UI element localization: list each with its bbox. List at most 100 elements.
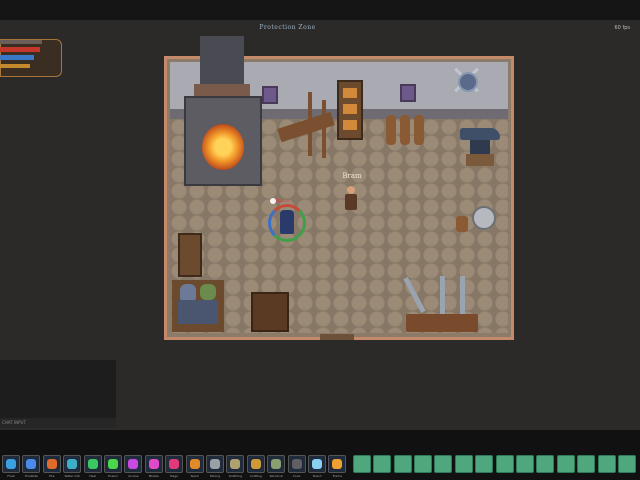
bellows-post	[308, 92, 312, 156]
hotbar-slot-slash-icon[interactable]	[185, 455, 204, 473]
npc-head	[347, 186, 355, 194]
zone-label: Protection Zone	[259, 24, 316, 31]
hotbar-slot-arcane-icon[interactable]	[124, 455, 143, 473]
storage-shelf[interactable]	[337, 80, 363, 140]
hotbar-slot-fireball-icon[interactable]	[42, 455, 61, 473]
bellows[interactable]	[277, 92, 338, 158]
stool	[456, 216, 468, 232]
hotbar-slot-craft-icon[interactable]	[246, 455, 265, 473]
hotbar-slot-empty[interactable]	[393, 455, 412, 473]
hotbar-slot-empty[interactable]	[577, 455, 596, 473]
hotbar-slot-magic-missile-icon[interactable]	[144, 455, 163, 473]
orc-head-icon	[200, 284, 216, 300]
top-bar	[0, 0, 640, 20]
npc-nameplate: Bram	[342, 172, 362, 180]
shelf-item	[343, 88, 357, 98]
log	[386, 115, 396, 145]
chat-input[interactable]: CHAT INPUT	[0, 418, 116, 428]
level-bar	[0, 40, 42, 44]
hotbar-slot-label: Flame	[332, 474, 342, 478]
crossed-swords-shield-icon	[452, 66, 480, 94]
hotbar-slot-pickaxe-icon[interactable]	[206, 455, 224, 473]
spear-icon	[403, 277, 426, 313]
anvil-stand	[466, 154, 494, 166]
hotbar-slot-cook-pot-icon[interactable]	[287, 455, 306, 473]
hotbar-slot-label: Frost	[7, 474, 15, 478]
hotbar-slot-empty[interactable]	[516, 455, 534, 473]
forge[interactable]	[178, 36, 268, 186]
armor-torso	[178, 300, 218, 324]
rage-icon	[169, 459, 180, 469]
sword-icon	[440, 276, 445, 314]
hotbar-slot-empty[interactable]	[414, 455, 432, 473]
grindstone[interactable]	[456, 204, 506, 234]
hotbar-slot-ice-bolt-icon[interactable]	[2, 455, 20, 473]
axe-icon	[271, 459, 282, 469]
hotbar-slot-empty[interactable]	[434, 455, 453, 473]
hotbar-slot-empty[interactable]	[475, 455, 494, 473]
hotbar-slot-label: Slash	[190, 474, 199, 478]
hotbar-slot-flame-icon[interactable]	[328, 455, 347, 473]
player-status-hud	[0, 39, 64, 77]
log-rack[interactable]	[386, 113, 434, 147]
hotbar-slot-empty[interactable]	[373, 455, 392, 473]
helmet-icon	[180, 284, 196, 300]
health-bar	[0, 47, 40, 52]
hotbar-slot-rage-icon[interactable]	[165, 455, 184, 473]
anvil[interactable]	[456, 128, 502, 168]
hotbar-slot-label: Arcane	[128, 474, 139, 478]
slash-icon	[189, 459, 200, 469]
heal-icon	[87, 459, 98, 469]
shelf-item	[343, 104, 357, 114]
hotbar-slot-label: Frostbite	[24, 474, 38, 478]
hotbar-slot-poison-icon[interactable]	[104, 455, 122, 473]
forge-chimney	[194, 36, 250, 98]
npc-blacksmith[interactable]	[342, 186, 360, 212]
flame-icon	[332, 459, 343, 469]
armor-stand[interactable]	[172, 280, 224, 332]
wooden-chair[interactable]	[178, 233, 202, 277]
hotbar-slot-label: Crafting	[249, 474, 262, 478]
anvil-top	[460, 128, 500, 140]
doorway[interactable]	[320, 334, 354, 340]
hotbar: Frost Frostbite Fire Water Orb Heal Poison Arc…	[0, 455, 640, 480]
player-character[interactable]	[268, 204, 310, 246]
hotbar-slot-label: Shard	[312, 474, 322, 478]
hotbar-slot-label: Heal	[89, 474, 96, 478]
hammer-icon	[230, 459, 241, 469]
player-sprite	[280, 210, 294, 234]
hotbar-slot-label: Fire	[49, 474, 55, 478]
hotbar-slot-label: Woodcut	[269, 474, 283, 478]
hotbar-slot-label: Missile	[148, 474, 159, 478]
hotbar-slot-axe-icon[interactable]	[267, 455, 286, 473]
hotbar-slot-empty[interactable]	[495, 455, 514, 473]
weapon-rack[interactable]	[403, 270, 478, 332]
hotbar-slot-empty[interactable]	[536, 455, 555, 473]
hotbar-slot-frost-nova-icon[interactable]	[22, 455, 41, 473]
fps-counter: 60 fps	[614, 25, 631, 31]
npc-body	[345, 194, 357, 210]
hotbar-slot-heal-icon[interactable]	[83, 455, 102, 473]
hotbar-slot-empty[interactable]	[618, 455, 636, 473]
log	[414, 115, 424, 145]
forge-fire	[202, 124, 244, 170]
hotbar-slot-empty[interactable]	[454, 455, 473, 473]
hotbar-slot-empty[interactable]	[597, 455, 616, 473]
arcane-icon	[128, 459, 139, 469]
hotbar-slot-label: Cook	[292, 474, 301, 478]
hotbar-slot-label: Rage	[170, 474, 178, 478]
sword-icon	[460, 276, 465, 314]
ice-shard-icon	[312, 459, 322, 469]
hotbar-slot-water-orb-icon[interactable]	[63, 455, 82, 473]
hotbar-slot-label: Water Orb	[64, 474, 80, 478]
hotbar-slot-label: Mining	[210, 474, 220, 478]
wall-window	[262, 86, 278, 104]
hotbar-slot-hammer-icon[interactable]	[226, 455, 245, 473]
hotbar-slot-label: Poison	[108, 474, 118, 478]
storage-chest[interactable]	[251, 292, 289, 332]
hotbar-slot-empty[interactable]	[556, 455, 575, 473]
hotbar-slot-ice-shard-icon[interactable]	[308, 455, 326, 473]
water-orb-icon	[67, 459, 78, 469]
craft-icon	[250, 459, 261, 469]
hotbar-slot-empty[interactable]	[352, 455, 371, 473]
